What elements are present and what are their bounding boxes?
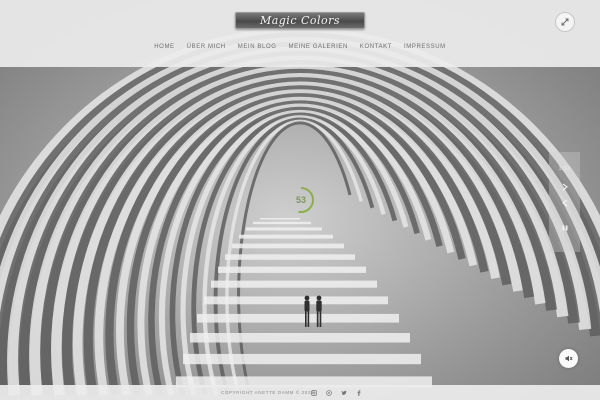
prev-button[interactable] bbox=[549, 196, 580, 212]
facebook-icon bbox=[357, 389, 360, 396]
floor-stripe bbox=[204, 296, 388, 305]
slideshow-controls: 1/32 bbox=[549, 152, 580, 252]
instagram-icon bbox=[310, 389, 317, 396]
nav-item-about[interactable]: ÜBER MICH bbox=[187, 44, 226, 50]
fullscreen-button[interactable] bbox=[555, 12, 575, 32]
floor-stripe bbox=[197, 313, 399, 323]
speaker-icon bbox=[565, 355, 573, 362]
floor-stripe bbox=[253, 221, 311, 225]
nav-item-imprint[interactable]: IMPRESSUM bbox=[404, 44, 446, 50]
floor-stripe bbox=[239, 234, 333, 239]
floor-stripe bbox=[246, 227, 322, 231]
twitter-icon bbox=[341, 390, 347, 395]
site-header: Magic Colors HOME ÜBER MICH MEIN BLOG ME… bbox=[0, 0, 600, 67]
site-logo[interactable]: Magic Colors bbox=[235, 12, 365, 29]
nav-item-home[interactable]: HOME bbox=[154, 44, 174, 50]
expand-icon bbox=[561, 18, 569, 26]
floor-stripe bbox=[211, 280, 377, 288]
chevron-right-icon bbox=[562, 183, 568, 191]
slide-counter: 1/32 bbox=[558, 166, 571, 172]
loading-indicator: 53 bbox=[286, 185, 316, 215]
nav-item-galleries[interactable]: MEINE GALERIEN bbox=[288, 44, 347, 50]
copyright-text: COPYRIGHT ANETTE DAMM © 2022 bbox=[221, 390, 315, 395]
nav-item-blog[interactable]: MEIN BLOG bbox=[238, 44, 277, 50]
camera-link[interactable] bbox=[324, 388, 333, 397]
instagram-link[interactable] bbox=[309, 388, 318, 397]
floor-stripe bbox=[190, 333, 410, 343]
pause-button[interactable] bbox=[549, 220, 580, 236]
floor-stripe bbox=[260, 218, 300, 220]
twitter-link[interactable] bbox=[339, 388, 348, 397]
floor-stripe bbox=[225, 254, 355, 260]
main-navigation: HOME ÜBER MICH MEIN BLOG MEINE GALERIEN … bbox=[0, 44, 600, 50]
next-button[interactable] bbox=[549, 180, 580, 196]
floor-stripe bbox=[218, 266, 366, 273]
progress-text: 53 bbox=[295, 195, 306, 205]
sound-toggle-button[interactable] bbox=[559, 349, 578, 368]
camera-icon bbox=[325, 389, 332, 396]
nav-item-contact[interactable]: KONTAKT bbox=[360, 44, 392, 50]
site-footer: COPYRIGHT ANETTE DAMM © 2022 bbox=[0, 385, 600, 400]
facebook-link[interactable] bbox=[354, 388, 363, 397]
pause-icon bbox=[562, 225, 567, 231]
chevron-left-icon bbox=[561, 199, 567, 207]
floor-stripe bbox=[232, 243, 344, 249]
floor-stripe bbox=[183, 353, 421, 365]
